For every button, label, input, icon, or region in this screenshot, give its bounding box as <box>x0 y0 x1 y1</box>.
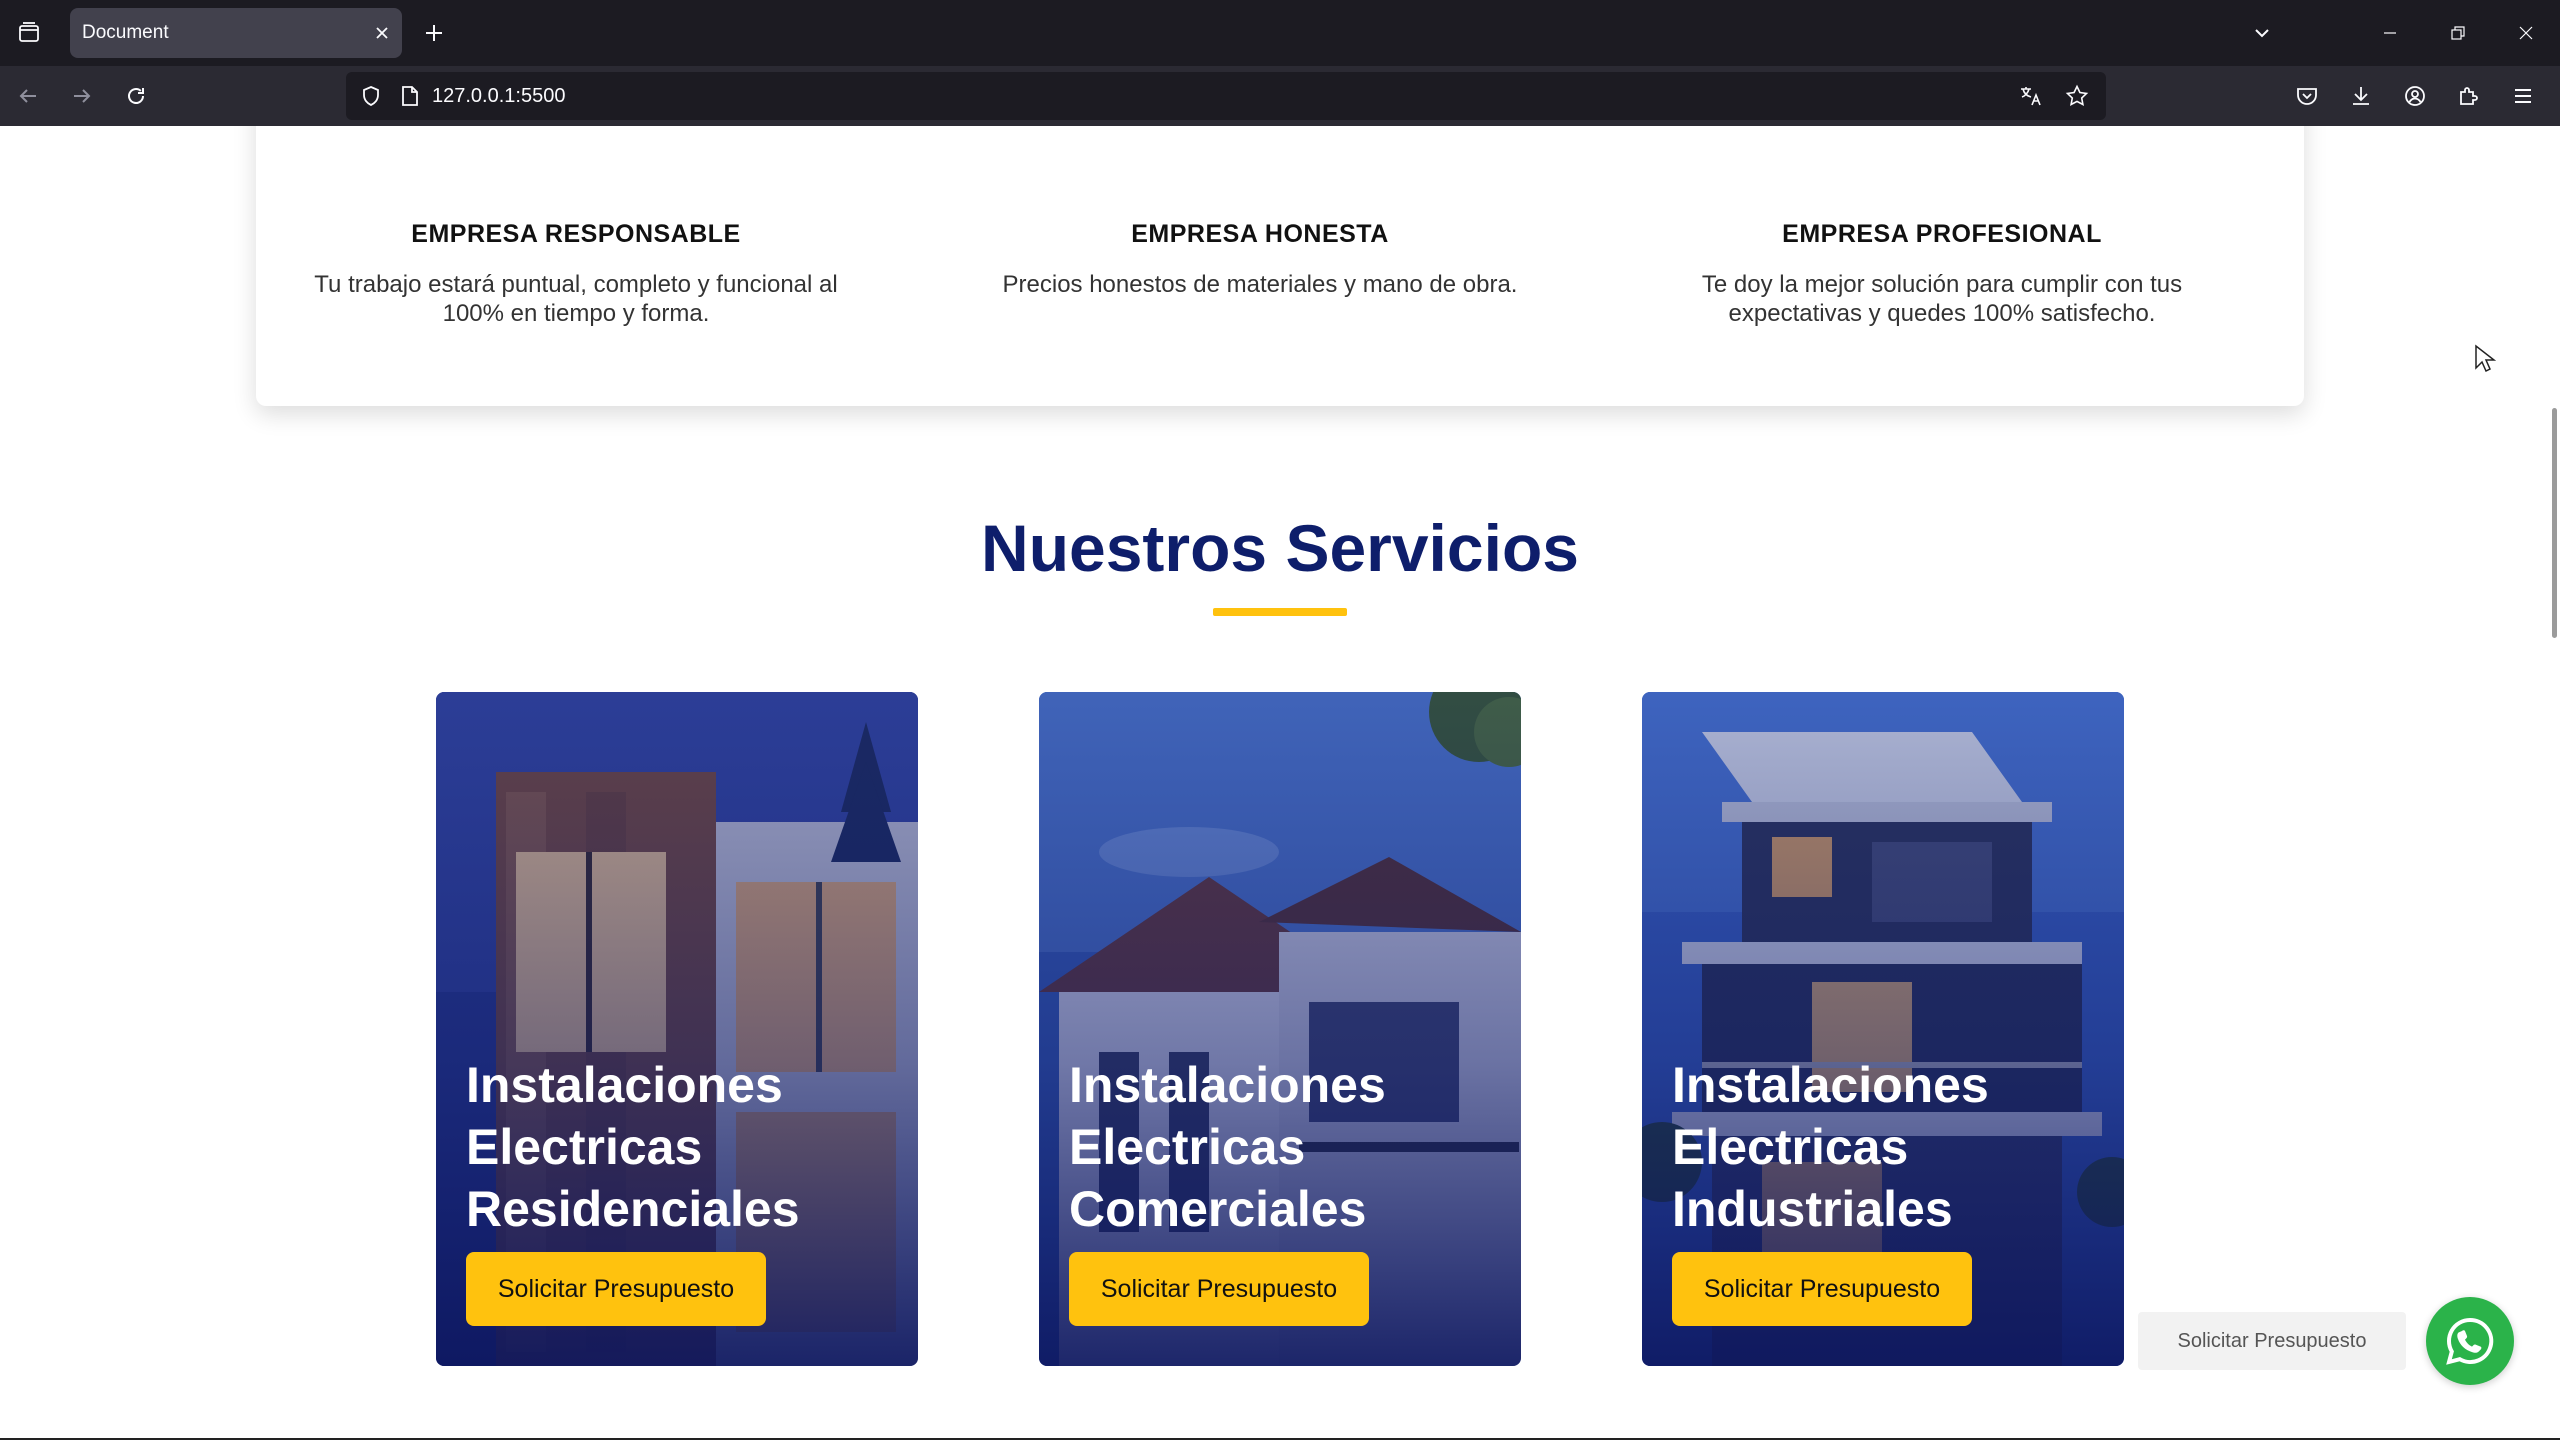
solicitar-presupuesto-button[interactable]: Solicitar Presupuesto <box>466 1252 766 1326</box>
title-underline <box>1213 608 1347 616</box>
list-all-tabs-button[interactable] <box>2242 13 2282 53</box>
download-icon <box>2353 87 2369 105</box>
extensions-button[interactable] <box>2442 69 2496 123</box>
url-text: 127.0.0.1:5500 <box>432 84 566 107</box>
navigation-toolbar: 127.0.0.1:5500 <box>0 66 2560 126</box>
translate-button[interactable] <box>2012 77 2050 115</box>
bookmark-star-button[interactable] <box>2058 77 2096 115</box>
reload-icon <box>128 88 144 104</box>
mouse-cursor-icon <box>2475 344 2496 373</box>
whatsapp-button[interactable] <box>2426 1297 2514 1385</box>
close-window-button[interactable] <box>2492 0 2560 66</box>
pocket-button[interactable] <box>2280 69 2334 123</box>
tracking-protection-shield-icon[interactable] <box>360 85 382 107</box>
service-card-comerciales: Instalaciones Electricas Comerciales Sol… <box>1039 692 1521 1366</box>
close-icon <box>376 27 388 39</box>
pocket-icon <box>2297 88 2317 105</box>
services-section-title: Nuestros Servicios <box>981 511 1579 585</box>
feature-description: Te doy la mejor solución para cumplir co… <box>1701 271 2183 327</box>
floating-quote-label[interactable]: Solicitar Presupuesto <box>2138 1312 2406 1370</box>
service-title: Instalaciones Electricas Residenciales <box>466 1057 800 1237</box>
restore-button[interactable] <box>2424 0 2492 66</box>
features-card: EMPRESA RESPONSABLE Tu trabajo estará pu… <box>256 126 2304 406</box>
page-info-icon[interactable] <box>400 85 420 107</box>
firefox-view-icon <box>19 22 39 42</box>
page-viewport: EMPRESA RESPONSABLE Tu trabajo estará pu… <box>0 126 2560 1440</box>
feature-description: Tu trabajo estará puntual, completo y fu… <box>314 271 838 327</box>
page-scrollbar-thumb[interactable] <box>2552 408 2557 638</box>
whatsapp-icon <box>2446 1317 2494 1365</box>
app-menu-button[interactable] <box>2496 69 2550 123</box>
tab-bar: Document <box>0 0 2560 66</box>
plus-icon <box>426 25 442 41</box>
tab-title: Document <box>82 22 169 43</box>
star-icon <box>2065 84 2089 106</box>
solicitar-presupuesto-button[interactable]: Solicitar Presupuesto <box>1672 1252 1972 1326</box>
close-icon <box>2519 26 2533 40</box>
new-tab-button[interactable] <box>414 13 454 53</box>
reload-button[interactable] <box>110 70 162 122</box>
service-title: Instalaciones Electricas Industriales <box>1672 1057 1989 1237</box>
feature-title: EMPRESA PROFESIONAL <box>1782 220 2102 248</box>
solicitar-presupuesto-button[interactable]: Solicitar Presupuesto <box>1069 1252 1369 1326</box>
chevron-down-icon <box>2255 29 2269 38</box>
feature-title: EMPRESA HONESTA <box>1131 220 1389 248</box>
tab-close-button[interactable] <box>362 13 402 53</box>
service-title: Instalaciones Electricas Comerciales <box>1069 1057 1386 1237</box>
forward-button[interactable] <box>56 70 108 122</box>
service-card-residenciales: Instalaciones Electricas Residenciales S… <box>436 692 918 1366</box>
puzzle-icon <box>2460 87 2478 105</box>
firefox-view-button[interactable] <box>0 0 58 66</box>
back-button[interactable] <box>2 70 54 122</box>
account-button[interactable] <box>2388 69 2442 123</box>
feature-description: Precios honestos de materiales y mano de… <box>1002 271 1518 298</box>
translate-icon <box>2021 87 2041 106</box>
restore-icon <box>2451 26 2465 40</box>
downloads-button[interactable] <box>2334 69 2388 123</box>
arrow-left-icon <box>19 89 36 103</box>
minimize-icon <box>2384 32 2396 34</box>
arrow-right-icon <box>74 89 91 103</box>
hamburger-menu-icon <box>2515 89 2531 103</box>
address-bar[interactable]: 127.0.0.1:5500 <box>346 72 2106 120</box>
minimize-button[interactable] <box>2356 0 2424 66</box>
browser-tab-active[interactable]: Document <box>70 8 402 58</box>
account-icon <box>2405 86 2425 106</box>
service-card-industriales: Instalaciones Electricas Industriales So… <box>1642 692 2124 1366</box>
feature-title: EMPRESA RESPONSABLE <box>411 220 741 248</box>
